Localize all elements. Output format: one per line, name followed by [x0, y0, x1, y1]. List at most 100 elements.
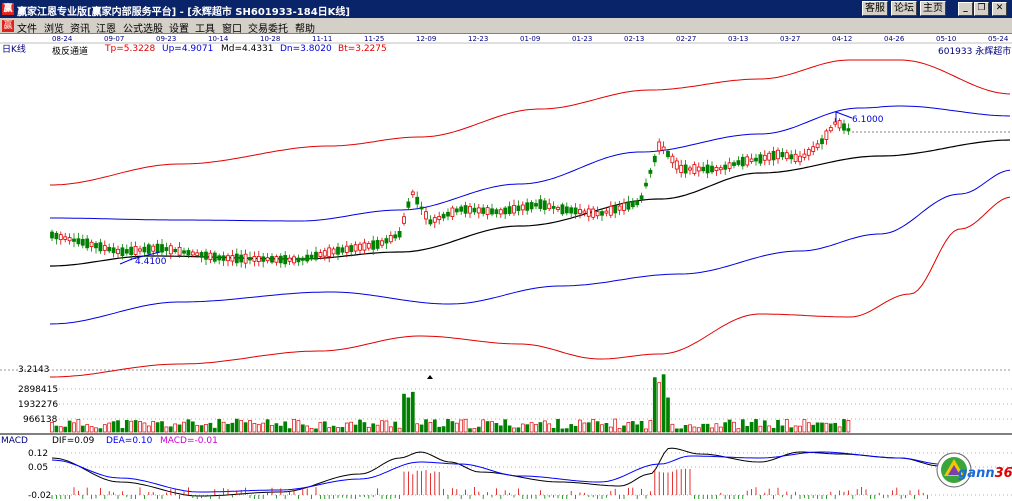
- volume-bar: [221, 421, 226, 433]
- menu-tools[interactable]: 工具: [195, 20, 215, 35]
- md-value: Md=4.4331: [221, 44, 274, 54]
- volume-bar: [498, 425, 503, 433]
- candle-body: [419, 206, 424, 210]
- candle-body: [551, 205, 556, 209]
- tp-value: Tp=5.3228: [105, 44, 156, 54]
- menu-browse[interactable]: 浏览: [44, 20, 64, 35]
- candle-body: [221, 255, 226, 261]
- chart-canvas[interactable]: [0, 34, 1012, 500]
- volume-bar: [138, 420, 142, 433]
- menu-formula[interactable]: 公式选股: [123, 20, 163, 35]
- candle-body: [406, 201, 411, 208]
- volume-bar: [604, 423, 609, 433]
- volume-bar: [626, 422, 631, 433]
- candle-body: [371, 240, 376, 250]
- menu-trade[interactable]: 交易委托: [248, 20, 288, 35]
- volume-bar: [837, 426, 842, 433]
- candle-body: [692, 164, 697, 174]
- candle-body: [226, 255, 230, 262]
- date-tick: 10-28: [260, 35, 281, 43]
- candle-body: [212, 252, 217, 262]
- candle-body: [846, 128, 851, 132]
- candle-body: [283, 255, 288, 265]
- volume-bar: [441, 426, 446, 433]
- candle-body: [463, 205, 468, 214]
- menu-help[interactable]: 帮助: [295, 20, 315, 35]
- volume-bar: [652, 377, 657, 433]
- menu-info[interactable]: 资讯: [70, 20, 90, 35]
- volume-bar: [402, 393, 406, 433]
- volume-bar: [622, 425, 626, 433]
- candle-body: [336, 246, 340, 255]
- dn-value: Dn=3.8020: [280, 44, 332, 54]
- menu-window[interactable]: 窗口: [222, 20, 242, 35]
- volume-bar: [186, 419, 191, 433]
- volume-bar: [688, 424, 692, 433]
- candle-body: [270, 256, 274, 263]
- candle-body: [314, 251, 318, 260]
- candle-body: [120, 247, 125, 257]
- volume-bar: [151, 420, 156, 433]
- candle-body: [98, 242, 103, 252]
- customer-service-button[interactable]: 客服: [862, 1, 888, 16]
- volume-bar: [749, 422, 754, 433]
- candle-body: [305, 254, 310, 262]
- volume-bar: [608, 426, 613, 433]
- candle-body: [142, 246, 147, 253]
- volume-bar: [362, 422, 367, 433]
- candle-body: [542, 200, 547, 210]
- menu-file[interactable]: 文件: [17, 20, 37, 35]
- home-button[interactable]: 主页: [920, 1, 946, 16]
- volume-bar: [58, 426, 63, 433]
- volume-label-mid: 1932276: [18, 400, 59, 410]
- menu-app-icon[interactable]: 赢: [2, 20, 14, 32]
- volume-bar: [736, 428, 741, 433]
- volume-bar: [94, 427, 98, 433]
- menu-gann[interactable]: 江恩: [96, 20, 116, 35]
- chart-pane[interactable]: 08-24 09-07 09-23 10-14 10-28 11-11 11-25 12-09…: [0, 34, 1012, 501]
- date-tick: 08-24: [52, 35, 73, 43]
- candle-body: [107, 246, 112, 252]
- volume-bar: [393, 421, 398, 433]
- volume-bar: [256, 424, 261, 433]
- volume-bar: [116, 420, 120, 433]
- volume-bar: [586, 422, 591, 433]
- date-tick: 11-25: [364, 35, 385, 43]
- close-icon[interactable]: ✕: [992, 2, 1007, 16]
- volume-bar: [380, 420, 384, 433]
- menu-settings[interactable]: 设置: [169, 20, 189, 35]
- date-tick: 12-09: [416, 35, 437, 43]
- volume-bar: [375, 424, 380, 433]
- candle-body: [622, 202, 626, 211]
- maximize-icon[interactable]: ❐: [974, 2, 989, 16]
- volume-bar: [842, 419, 846, 433]
- date-tick: 09-23: [156, 35, 177, 43]
- volume-bar: [195, 425, 200, 433]
- candle-body: [824, 130, 829, 140]
- candle-body: [481, 207, 486, 214]
- volume-bar: [111, 421, 116, 433]
- dn-band-line: [49, 169, 1011, 325]
- volume-bar: [701, 423, 706, 433]
- forum-button[interactable]: 论坛: [891, 1, 917, 16]
- candle-body: [534, 203, 538, 207]
- candle-body: [190, 251, 195, 256]
- candle-body: [349, 245, 354, 253]
- volume-bar: [164, 426, 169, 433]
- volume-bar: [85, 424, 90, 433]
- candle-body: [767, 152, 772, 161]
- minimize-icon[interactable]: _: [958, 2, 973, 16]
- bt-value: Bt=3.2275: [338, 44, 387, 54]
- candle-body: [344, 245, 349, 253]
- candle-body: [512, 205, 516, 214]
- volume-bar: [644, 428, 648, 433]
- candle-body: [63, 236, 68, 240]
- candle-body: [745, 156, 750, 166]
- candle-body: [762, 154, 767, 161]
- volume-bar: [578, 419, 582, 433]
- volume-bar: [600, 424, 604, 433]
- volume-bar: [371, 423, 376, 433]
- dea-value: DEA=0.10: [106, 436, 153, 446]
- candle-body: [393, 234, 398, 239]
- candle-body: [683, 164, 688, 174]
